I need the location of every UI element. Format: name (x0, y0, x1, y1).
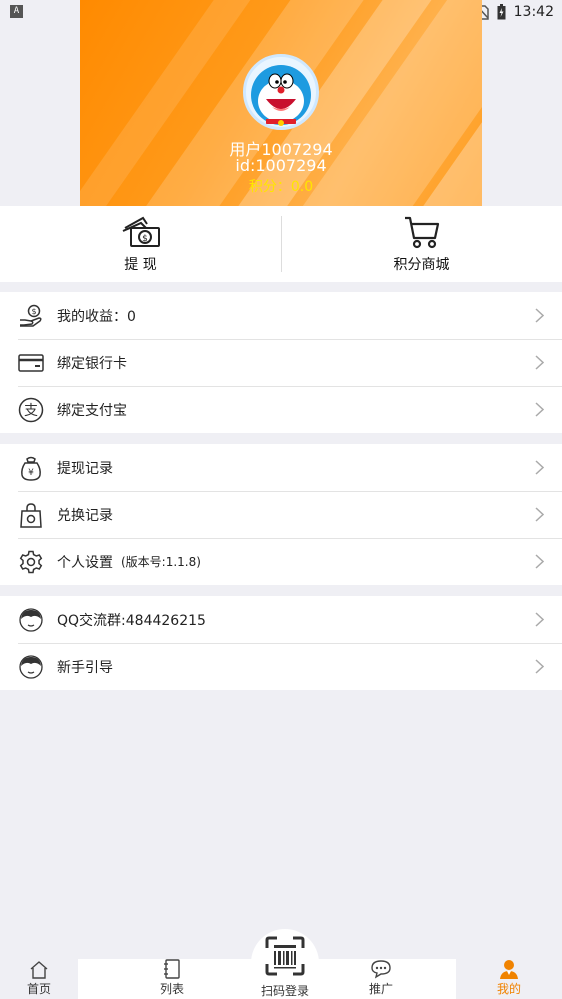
menu-group-help: QQ交流群:484426215 新手引导 (0, 596, 562, 690)
profile-header: 用户1007294 id:1007294 积分：0.0 (80, 0, 482, 206)
status-time: 13:42 (513, 4, 554, 20)
menu-group-wallet: $ 我的收益：0 绑定银行卡 支 绑定支付宝 (0, 292, 562, 433)
chat-icon (371, 960, 391, 979)
menu-item-bank-card[interactable]: 绑定银行卡 (0, 339, 562, 386)
tab-promote[interactable]: 推广 (306, 959, 456, 999)
chevron-right-icon (535, 460, 544, 475)
tab-list-label: 列表 (159, 982, 184, 996)
withdraw-label: 提 现 (124, 257, 157, 273)
menu-item-alipay[interactable]: 支 绑定支付宝 (0, 386, 562, 433)
menu-item-qq-group[interactable]: QQ交流群:484426215 (0, 596, 562, 643)
exchange-record-label: 兑换记录 (57, 507, 113, 524)
settings-icon (18, 549, 44, 575)
chevron-right-icon (535, 507, 544, 522)
chevron-right-icon (535, 402, 544, 417)
settings-label: 个人设置 (57, 554, 113, 571)
cash-icon: $ (122, 216, 160, 247)
points-mall-label: 积分商城 (393, 257, 450, 273)
version-label: (版本号:1.1.8) (121, 555, 201, 569)
tab-scan-login-label: 扫码登录 (260, 984, 309, 998)
list-icon (164, 959, 180, 979)
notification-indicator: A (10, 5, 23, 18)
chevron-right-icon (535, 612, 544, 627)
tab-promote-label: 推广 (368, 982, 393, 996)
user-id: id:1007294 (235, 156, 327, 175)
menu-group-records: ¥ 提现记录 兑换记录 个人设置 (版本号:1.1.8) (0, 444, 562, 585)
quick-divider (281, 216, 282, 272)
avatar[interactable] (243, 54, 319, 130)
svg-text:支: 支 (24, 403, 38, 419)
person-icon (18, 607, 44, 633)
chevron-right-icon (535, 308, 544, 323)
tab-scan-login[interactable]: 扫码登录 (251, 936, 319, 999)
qq-group-label: QQ交流群:484426215 (57, 612, 206, 629)
menu-item-exchange-record[interactable]: 兑换记录 (0, 491, 562, 538)
menu-item-withdraw-record[interactable]: ¥ 提现记录 (0, 444, 562, 491)
quick-actions: $ 提 现 积分商城 (0, 206, 562, 282)
points-mall-button[interactable]: 积分商城 (281, 206, 562, 282)
tab-list[interactable]: 列表 (78, 959, 266, 999)
bank-card-label: 绑定银行卡 (57, 355, 127, 372)
exchange-record-icon (18, 502, 44, 528)
doraemon-avatar-icon (251, 65, 311, 126)
person-icon (18, 654, 44, 680)
income-icon: $ (18, 303, 44, 329)
tab-home-label: 首页 (26, 982, 51, 996)
chevron-right-icon (535, 554, 544, 569)
svg-text:$: $ (142, 234, 148, 244)
chevron-right-icon (535, 355, 544, 370)
withdraw-record-icon: ¥ (18, 455, 44, 481)
menu-item-income[interactable]: $ 我的收益：0 (0, 292, 562, 339)
tab-mine-label: 我的 (496, 982, 521, 996)
menu-item-guide[interactable]: 新手引导 (0, 643, 562, 690)
withdraw-button[interactable]: $ 提 现 (0, 206, 281, 282)
svg-text:$: $ (31, 307, 36, 316)
guide-label: 新手引导 (57, 659, 113, 676)
tab-home[interactable]: 首页 (0, 959, 78, 999)
menu-item-settings[interactable]: 个人设置 (版本号:1.1.8) (0, 538, 562, 585)
home-icon (30, 961, 48, 979)
withdraw-record-label: 提现记录 (57, 460, 113, 477)
tab-mine[interactable]: 我的 (456, 959, 562, 999)
alipay-icon: 支 (18, 397, 44, 423)
income-label: 我的收益：0 (57, 308, 136, 325)
scan-icon (265, 936, 305, 976)
user-points: 积分：0.0 (248, 179, 314, 195)
bank-card-icon (18, 350, 44, 376)
battery-icon (497, 4, 506, 20)
cart-icon (404, 216, 439, 249)
svg-text:¥: ¥ (28, 468, 34, 478)
chevron-right-icon (535, 659, 544, 674)
user-icon (500, 960, 518, 979)
alipay-label: 绑定支付宝 (57, 402, 127, 419)
